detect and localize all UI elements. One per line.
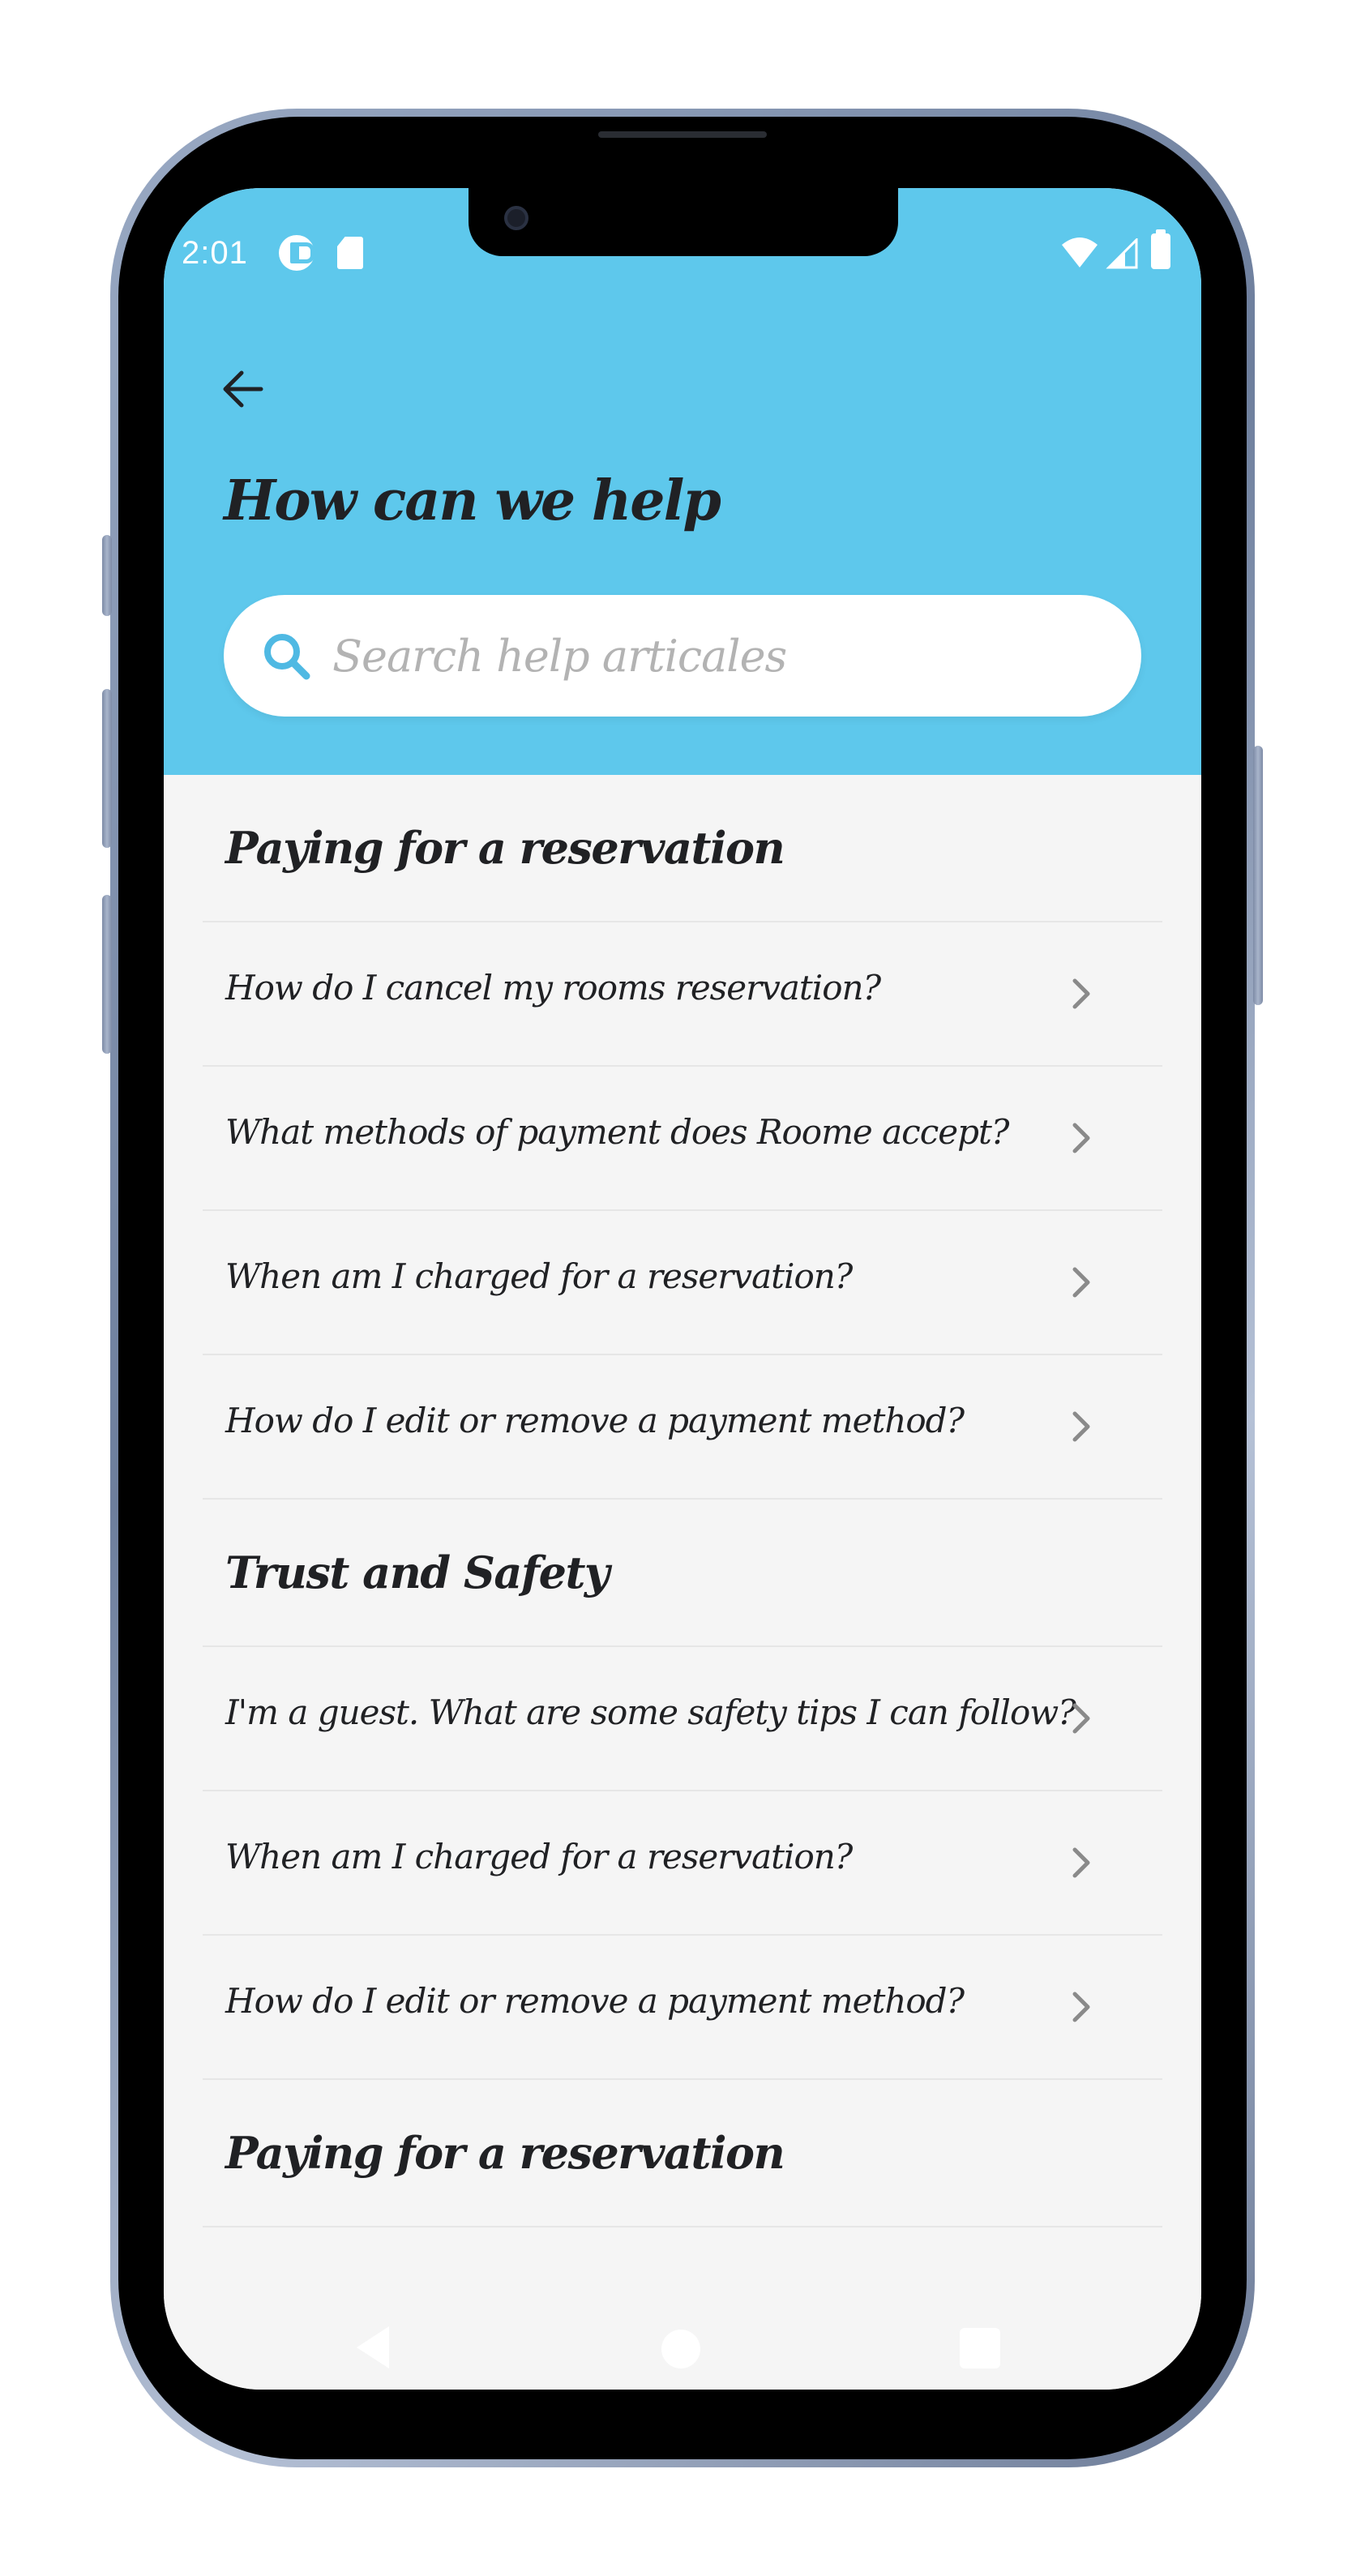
nav-home-icon[interactable]: [661, 2330, 700, 2368]
chevron-right-icon: [1072, 1123, 1090, 1153]
status-time: 2:01: [182, 235, 248, 271]
help-article-title: When am I charged for a reservation?: [225, 1256, 853, 1296]
app-notification-icon: [279, 235, 315, 271]
app-screen: 2:01 How can we help Search help artical…: [164, 188, 1201, 2390]
page-title: How can we help: [224, 469, 721, 533]
search-input[interactable]: [331, 619, 1109, 692]
phone-silent-switch: [102, 535, 112, 616]
chevron-right-icon: [1072, 978, 1090, 1009]
battery-icon: [1151, 229, 1170, 269]
help-article-title: How do I cancel my rooms reservation?: [225, 968, 881, 1008]
help-article-row[interactable]: How do I edit or remove a payment method…: [203, 1936, 1162, 2080]
system-nav-bar: [164, 2297, 1201, 2390]
nav-back-icon[interactable]: [355, 2325, 391, 2370]
help-article-title: What methods of payment does Roome accep…: [225, 1112, 1009, 1152]
help-header: 2:01 How can we help: [164, 188, 1201, 775]
help-article-title: I'm a guest. What are some safety tips I…: [225, 1692, 1076, 1732]
help-article-list: Paying for a reservation How do I cancel…: [203, 775, 1162, 2227]
chevron-right-icon: [1072, 1847, 1090, 1878]
chevron-right-icon: [1072, 1411, 1090, 1442]
sd-card-icon: [337, 237, 363, 269]
nav-recents-icon[interactable]: [960, 2328, 1000, 2368]
help-article-row[interactable]: When am I charged for a reservation?: [203, 1211, 1162, 1355]
chevron-right-icon: [1072, 1992, 1090, 2022]
arrow-left-icon[interactable]: [214, 360, 272, 418]
phone-speaker: [598, 131, 767, 138]
cell-signal-icon: [1106, 238, 1138, 269]
search-icon: [264, 634, 310, 680]
section-header-trust-safety: Trust and Safety: [203, 1500, 1162, 1647]
help-article-title: When am I charged for a reservation?: [225, 1837, 853, 1876]
phone-power-button: [1253, 746, 1263, 1005]
chevron-right-icon: [1072, 1703, 1090, 1734]
section-title: Paying for a reservation: [225, 2127, 785, 2179]
help-article-row[interactable]: How do I edit or remove a payment method…: [203, 1355, 1162, 1500]
wifi-icon: [1062, 237, 1098, 267]
help-article-row[interactable]: When am I charged for a reservation?: [203, 1791, 1162, 1936]
chevron-right-icon: [1072, 1267, 1090, 1298]
help-article-row[interactable]: What methods of payment does Roome accep…: [203, 1067, 1162, 1211]
front-camera: [504, 206, 528, 230]
section-title: Paying for a reservation: [225, 822, 785, 874]
help-article-title: How do I edit or remove a payment method…: [225, 1401, 965, 1440]
phone-volume-up-button: [102, 689, 112, 848]
help-article-title: How do I edit or remove a payment method…: [225, 1981, 965, 2021]
phone-volume-down-button: [102, 895, 112, 1054]
section-header-paying: Paying for a reservation: [203, 775, 1162, 922]
help-article-row[interactable]: How do I cancel my rooms reservation?: [203, 922, 1162, 1067]
section-header-paying: Paying for a reservation: [203, 2080, 1162, 2227]
camera-notch: [469, 188, 898, 256]
section-title: Trust and Safety: [225, 1547, 610, 1598]
search-bar[interactable]: [224, 595, 1141, 717]
help-article-row[interactable]: I'm a guest. What are some safety tips I…: [203, 1647, 1162, 1791]
